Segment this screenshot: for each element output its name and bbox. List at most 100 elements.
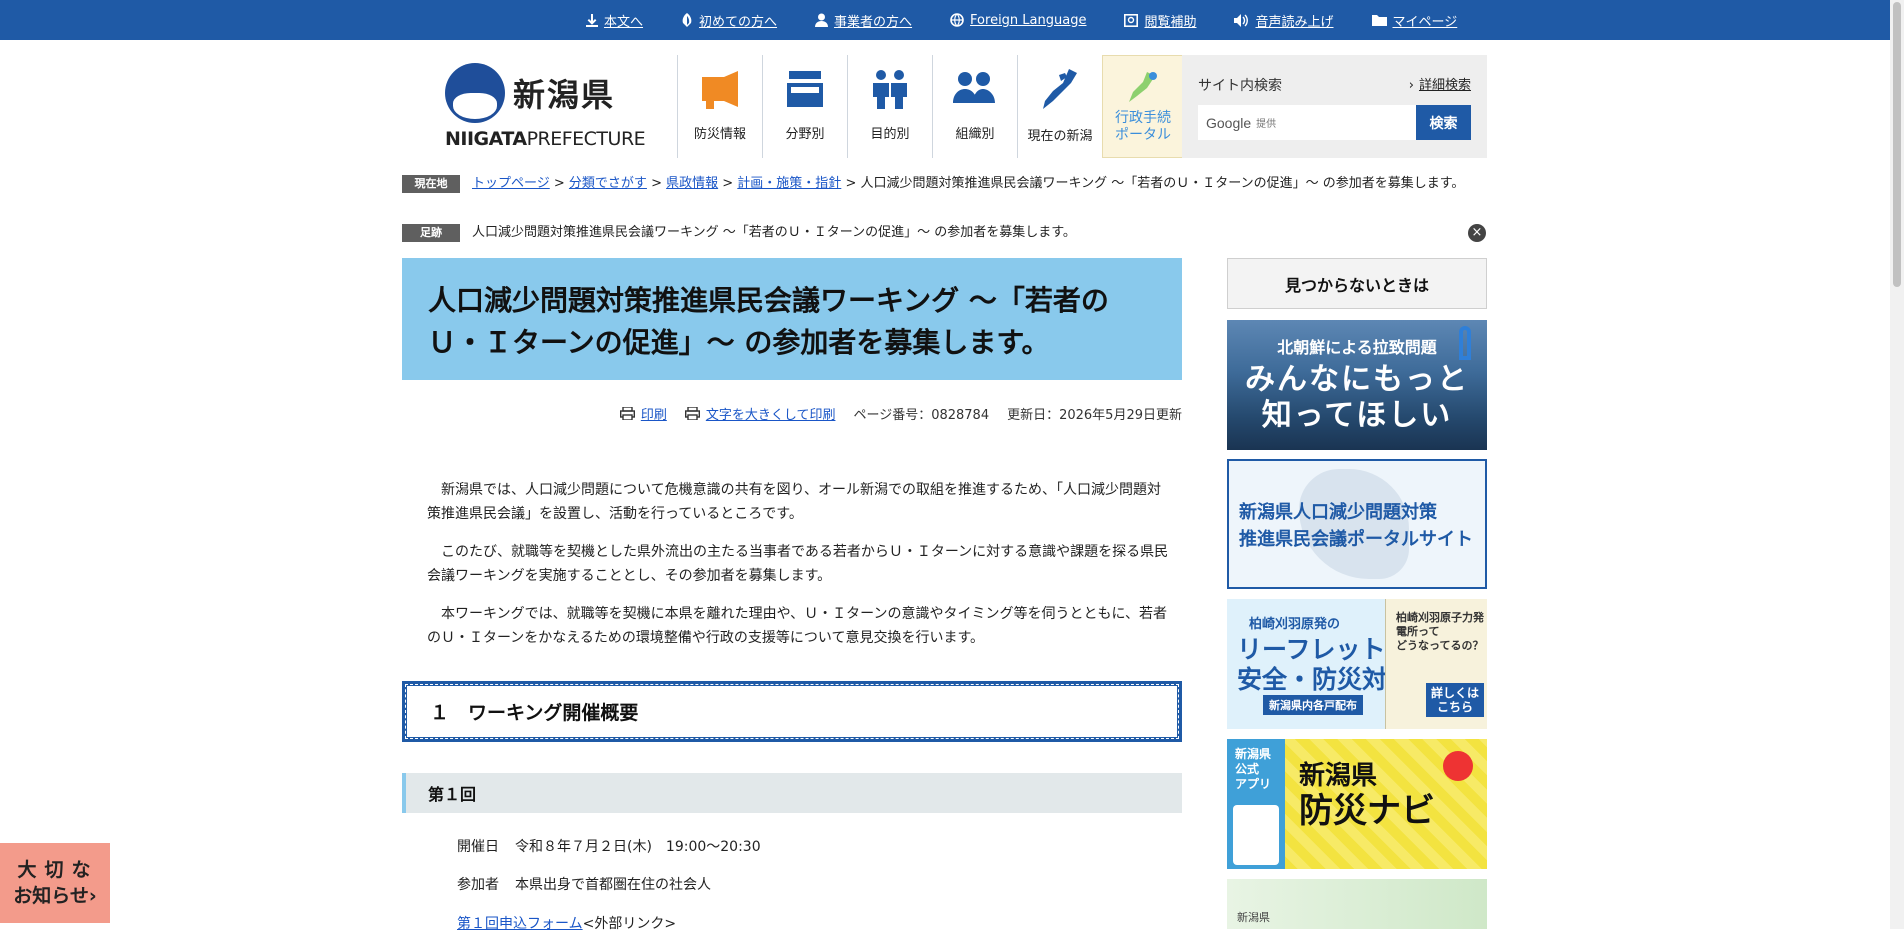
site-search: サイト内検索 詳細検索 Google 提供 検索 (1182, 55, 1487, 158)
google-brand: Google (1206, 114, 1252, 131)
logo-english: NIIGATAPREFECTURE (445, 128, 646, 150)
subsection-heading: 第１回 (402, 773, 1182, 813)
person-icon (815, 13, 829, 27)
nav-label: 組織別 (955, 127, 995, 142)
page-number: ページ番号：0828784 (853, 408, 990, 423)
search-title: サイト内検索 (1198, 78, 1282, 94)
advanced-search-link[interactable]: 詳細検索 (1409, 74, 1471, 93)
nav-label: 分野別 (785, 127, 825, 142)
global-nav: 防災情報 分野別 目的別 組織別 現在の新潟 行政手続 ポータル (677, 55, 1184, 158)
people-icon (873, 70, 907, 109)
banner-title: 新潟県 防災ナビ (1299, 761, 1435, 831)
abduction-issue-banner[interactable]: 北朝鮮による拉致問題 みんなにもっと 知ってほしい (1227, 320, 1487, 450)
utility-link-label: マイページ (1392, 14, 1458, 30)
nav-disaster-info[interactable]: 防災情報 (677, 55, 762, 158)
printer-icon (684, 407, 700, 420)
nav-admin-portal[interactable]: 行政手続 ポータル (1102, 55, 1184, 158)
logo-japanese: 新潟県 (513, 76, 616, 114)
banner-title: 新潟県人口減少問題対策 推進県民会議ポータルサイト (1239, 502, 1473, 550)
utility-link-label: Foreign Language (970, 12, 1087, 28)
nav-by-purpose[interactable]: 目的別 (847, 55, 932, 158)
utility-link-first-time[interactable]: 初めての方へ (681, 11, 777, 30)
banner-note: 新潟県内各戸配布 (1263, 695, 1363, 715)
portal-banner[interactable]: 新潟県 (1227, 879, 1487, 929)
tray-icon (787, 71, 823, 107)
nav-current-niigata[interactable]: 現在の新潟 (1017, 55, 1102, 158)
breadcrumb-link[interactable]: 分類でさがす (569, 176, 647, 191)
event-participants: 参加者 本県出身で首都圏在住の社会人 (457, 874, 711, 894)
leaflet-title: 柏崎刈羽原子力発電所って どうなってるの？ (1396, 611, 1484, 652)
utility-link-accessibility[interactable]: 閲覧補助 (1124, 11, 1196, 30)
utility-bar: 本文へ 初めての方へ 事業者の方へ Foreign Language 閲覧補助 … (0, 0, 1890, 40)
mascot-icon (1443, 751, 1473, 781)
disaster-navi-app-banner[interactable]: 新潟県 公式 アプリ 新潟県 防災ナビ (1227, 739, 1487, 869)
application-form: 第１回申込フォーム<外部リンク> (457, 913, 676, 933)
breadcrumb-link[interactable]: 県政情報 (666, 176, 718, 191)
globe-icon (950, 13, 964, 27)
scrollbar-thumb[interactable] (1893, 2, 1901, 287)
utility-link-label: 事業者の方へ (834, 14, 913, 30)
nav-label: 行政手続 ポータル (1115, 110, 1171, 143)
app-side-panel: 新潟県 公式 アプリ (1227, 739, 1285, 869)
google-provided: 提供 (1256, 119, 1277, 130)
page-scrollbar[interactable] (1890, 0, 1904, 929)
print-label[interactable]: 印刷 (641, 404, 667, 423)
event-date-label: 開催日 (457, 839, 499, 855)
print-large-link[interactable]: 文字を大きくして印刷 (684, 404, 836, 423)
search-input[interactable]: Google 提供 (1198, 105, 1416, 140)
speaker-icon (1234, 13, 1249, 27)
breadcrumb-current: 人口減少問題対策推進県民会議ワーキング ～「若者のＵ・Ｉターンの促進」～ の参加… (860, 176, 1465, 191)
details-badge: 詳しくは こちら (1426, 683, 1485, 717)
nav-by-field[interactable]: 分野別 (762, 55, 847, 158)
population-council-portal-banner[interactable]: 新潟県人口減少問題対策 推進県民会議ポータルサイト (1227, 459, 1487, 589)
event-date: 開催日 令和８年７月２日(木) 19:00～20:30 (457, 836, 761, 856)
external-link-note: <外部リンク> (582, 916, 677, 932)
utility-link-label: 初めての方へ (699, 14, 778, 30)
official-app-label: 新潟県 公式 アプリ (1235, 747, 1272, 791)
utility-link-business[interactable]: 事業者の方へ (815, 11, 912, 30)
breadcrumb-tag: 現在地 (402, 175, 460, 193)
leaflet-image: 柏崎刈羽原子力発電所って どうなってるの？ 詳しくは こちら (1385, 599, 1487, 729)
paragraph: このたび、就職等を契機とした県外流出の主たる当事者である若者からＵ・Ｉターンに対… (427, 544, 1169, 584)
leaf-icon (682, 13, 692, 27)
not-found-help-button[interactable]: 見つからないときは (1227, 258, 1487, 309)
history-tag: 足跡 (402, 224, 460, 242)
breadcrumb: 現在地 トップページ > 分類でさがす > 県政情報 > 計画・施策・指針 > … (402, 174, 1487, 193)
participants-label: 参加者 (457, 877, 499, 893)
application-form-link[interactable]: 第１回申込フォーム (457, 916, 583, 932)
page-title: 人口減少問題対策推進県民会議ワーキング ～「若者のＵ・Ｉターンの促進」～ の参加… (428, 284, 1109, 359)
phone-icon (1233, 805, 1279, 865)
breadcrumb-link[interactable]: トップページ (472, 176, 550, 191)
utility-link-label: 音声読み上げ (1255, 14, 1334, 30)
site-logo[interactable]: 新潟県 NIIGATAPREFECTURE (443, 62, 646, 152)
nav-by-organization[interactable]: 組織別 (932, 55, 1017, 158)
nuclear-leaflet-banner[interactable]: 柏崎刈羽原発の リーフレット 安全・防災対策 新潟県内各戸配布 柏崎刈羽原子力発… (1227, 599, 1487, 729)
updated-date: 更新日：2026年5月29日更新 (1007, 408, 1182, 423)
breadcrumb-trail: トップページ > 分類でさがす > 県政情報 > 計画・施策・指針 > 人口減少… (472, 176, 1465, 191)
search-button[interactable]: 検索 (1416, 105, 1471, 140)
prefecture-emblem (445, 63, 505, 123)
paragraph: 新潟県では、人口減少問題について危機意識の共有を図り、オール新潟での取組を推進す… (427, 482, 1162, 522)
utility-link-speech[interactable]: 音声読み上げ (1234, 11, 1334, 30)
breadcrumb-link[interactable]: 計画・施策・指針 (737, 176, 841, 191)
close-icon[interactable]: × (1468, 224, 1486, 242)
printer-icon (619, 407, 635, 420)
page-tools: 印刷 文字を大きくして印刷 ページ番号：0828784 更新日：2026年5月2… (600, 404, 1182, 423)
group-icon (953, 72, 995, 103)
banner-subtitle: 北朝鮮による拉致問題 (1277, 338, 1437, 357)
print-link[interactable]: 印刷 (619, 404, 667, 423)
utility-link-main[interactable]: 本文へ (586, 11, 643, 30)
page-title-box: 人口減少問題対策推進県民会議ワーキング ～「若者のＵ・Ｉターンの促進」～ の参加… (402, 258, 1182, 380)
utility-link-mypage[interactable]: マイページ (1371, 11, 1458, 30)
notice-line: 大切な (17, 859, 99, 881)
print-large-label[interactable]: 文字を大きくして印刷 (706, 404, 836, 423)
important-notice-button[interactable]: 大切な お知らせ› (0, 843, 110, 923)
history-text: 人口減少問題対策推進県民会議ワーキング ～「若者のＵ・Ｉターンの促進」～ の参加… (472, 225, 1076, 240)
banner-title: 新潟県 (1237, 911, 1270, 924)
banner-subtitle: 柏崎刈羽原発の (1249, 617, 1341, 632)
download-icon (586, 13, 598, 27)
portal-icon (1129, 72, 1157, 102)
nav-label: 防災情報 (693, 127, 746, 142)
utility-link-foreign-language[interactable]: Foreign Language (950, 13, 1086, 28)
folder-icon (1371, 15, 1387, 26)
